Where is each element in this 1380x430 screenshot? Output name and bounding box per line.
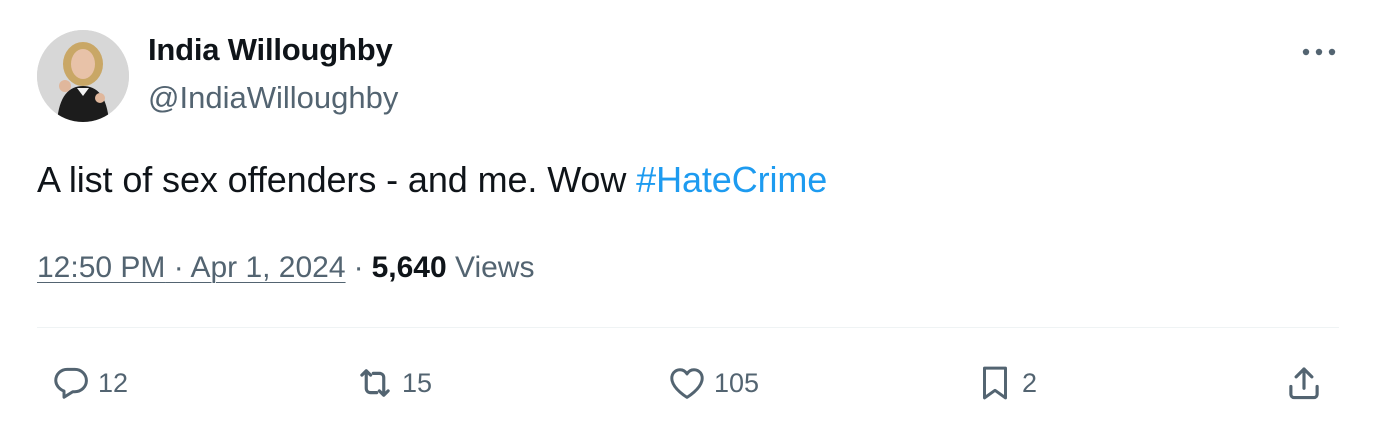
views-label: Views: [454, 251, 535, 284]
meta-separator: ·: [353, 251, 364, 284]
more-horizontal-icon: [1302, 48, 1336, 56]
share-button[interactable]: [1281, 360, 1327, 406]
bookmark-count: 2: [1022, 367, 1038, 398]
author-handle[interactable]: @IndiaWilloughby: [148, 80, 398, 116]
more-options-button[interactable]: [1294, 32, 1344, 72]
hashtag-link[interactable]: #HateCrime: [636, 159, 827, 200]
retweet-button[interactable]: 15: [352, 360, 432, 406]
like-count: 105: [714, 367, 760, 398]
heart-icon: [664, 360, 710, 406]
timestamp-link[interactable]: 12:50 PM · Apr 1, 2024: [37, 251, 346, 284]
avatar[interactable]: [37, 30, 129, 122]
divider: [37, 327, 1339, 328]
tweet-meta: 12:50 PM · Apr 1, 2024 · 5,640 Views: [37, 248, 534, 288]
tweet-time: 12:50 PM: [37, 251, 166, 284]
share-upload-icon: [1281, 360, 1327, 406]
bookmark-button[interactable]: 2: [972, 360, 1037, 406]
avatar-image: [37, 30, 129, 122]
retweet-count: 15: [402, 367, 433, 398]
tweet-body: A list of sex offenders - and me. Wow: [37, 159, 637, 200]
like-button[interactable]: 105: [664, 360, 759, 406]
reply-count: 12: [98, 367, 129, 398]
retweet-arrows-icon: [352, 360, 398, 406]
views-count: 5,640: [371, 251, 447, 284]
tweet-text: A list of sex offenders - and me. Wow #H…: [37, 158, 827, 202]
reply-button[interactable]: 12: [48, 360, 128, 406]
author-display-name[interactable]: India Willoughby: [148, 32, 393, 68]
reply-bubble-icon: [48, 360, 94, 406]
bookmark-icon: [972, 360, 1018, 406]
tweet-date: Apr 1, 2024: [190, 251, 346, 284]
tweet-card: India Willoughby @IndiaWilloughby A list…: [0, 0, 1380, 430]
